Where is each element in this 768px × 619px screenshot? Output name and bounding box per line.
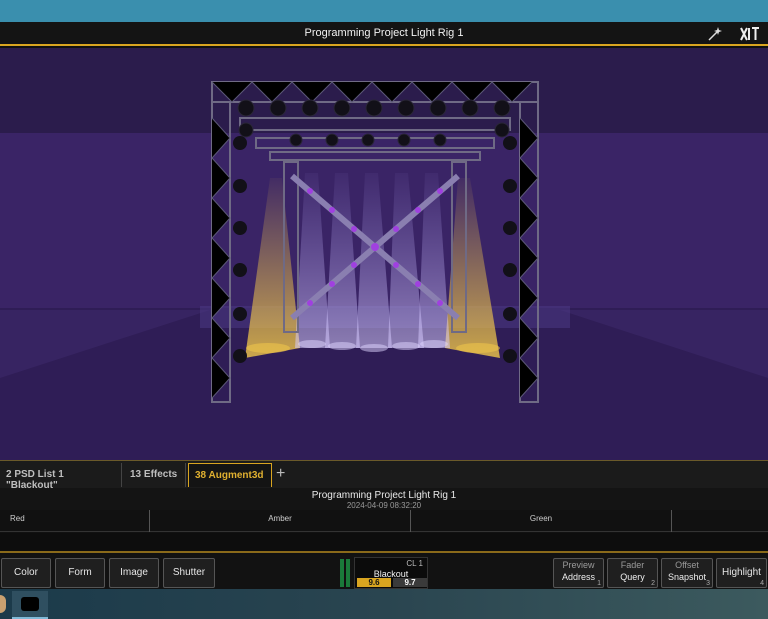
shutter-label: Shutter: [172, 567, 206, 578]
form-label: Form: [68, 567, 92, 578]
fader-query-button[interactable]: Fader Query 2: [607, 558, 658, 588]
list-timestamp: 2024-04-09 08:32:20: [346, 501, 422, 510]
highlight-label: Highlight: [722, 567, 761, 578]
list-name: Programming Project Light Rig 1: [311, 490, 457, 501]
magic-wand-icon[interactable]: [706, 26, 722, 42]
address-label: Address: [561, 572, 596, 582]
image-label: Image: [120, 567, 148, 578]
offset-label: Offset: [675, 560, 699, 570]
offset-snapshot-button[interactable]: Offset Snapshot 3: [661, 558, 713, 588]
column-amber[interactable]: Amber: [150, 510, 411, 532]
softkey-number: 1: [597, 580, 601, 587]
softkey-number: 4: [760, 580, 764, 587]
column-red[interactable]: Red: [0, 510, 150, 532]
column-green[interactable]: Green: [411, 510, 672, 532]
form-button[interactable]: Form: [55, 558, 105, 588]
fader-bar-2: [346, 559, 350, 587]
shutter-button[interactable]: Shutter: [163, 558, 215, 588]
eos-logo-icon[interactable]: [740, 26, 760, 42]
list-header: Programming Project Light Rig 1 2024-04-…: [0, 488, 768, 510]
active-cue-number: 9.6: [357, 578, 391, 587]
highlight-button[interactable]: Highlight 4: [716, 558, 767, 588]
tab-psd-list[interactable]: 2 PSD List 1 "Blackout": [0, 463, 122, 491]
softkey-number: 3: [706, 580, 710, 587]
fader-label: Fader: [620, 560, 645, 570]
snapshot-label: Snapshot: [667, 572, 707, 582]
query-label: Query: [620, 572, 645, 582]
title-bar: Programming Project Light Rig 1: [0, 22, 768, 46]
os-top-strip: [0, 0, 768, 22]
tab-bar: 2 PSD List 1 "Blackout" 13 Effects 38 Au…: [0, 460, 768, 491]
tab-effects[interactable]: 13 Effects: [124, 463, 186, 487]
pending-cue-number: 9.7: [393, 578, 427, 587]
cue-box: CL 1 Blackout 9.6 9.7: [354, 557, 428, 589]
window-title: Programming Project Light Rig 1: [304, 27, 464, 39]
taskbar-app-icon[interactable]: [12, 591, 48, 619]
tab-augment3d[interactable]: 38 Augment3d: [188, 463, 272, 487]
cue-status-widget[interactable]: CL 1 Blackout 9.6 9.7: [340, 557, 428, 589]
preview-label: Preview: [562, 560, 595, 570]
preview-address-button[interactable]: Preview Address 1: [553, 558, 604, 588]
fader-bar-1: [340, 559, 344, 587]
cue-list-number: CL 1: [406, 559, 423, 568]
augment3d-viewport[interactable]: [0, 48, 768, 460]
add-tab-icon[interactable]: +: [276, 465, 285, 483]
taskbar-start-icon[interactable]: [0, 595, 6, 613]
column-header-row: Red Amber Green: [0, 510, 768, 532]
stage-scene: [0, 48, 768, 460]
os-taskbar: [0, 589, 768, 619]
image-button[interactable]: Image: [109, 558, 159, 588]
color-button[interactable]: Color: [1, 558, 51, 588]
color-label: Color: [14, 567, 38, 578]
command-line[interactable]: [0, 533, 768, 553]
softkey-number: 2: [651, 580, 655, 587]
